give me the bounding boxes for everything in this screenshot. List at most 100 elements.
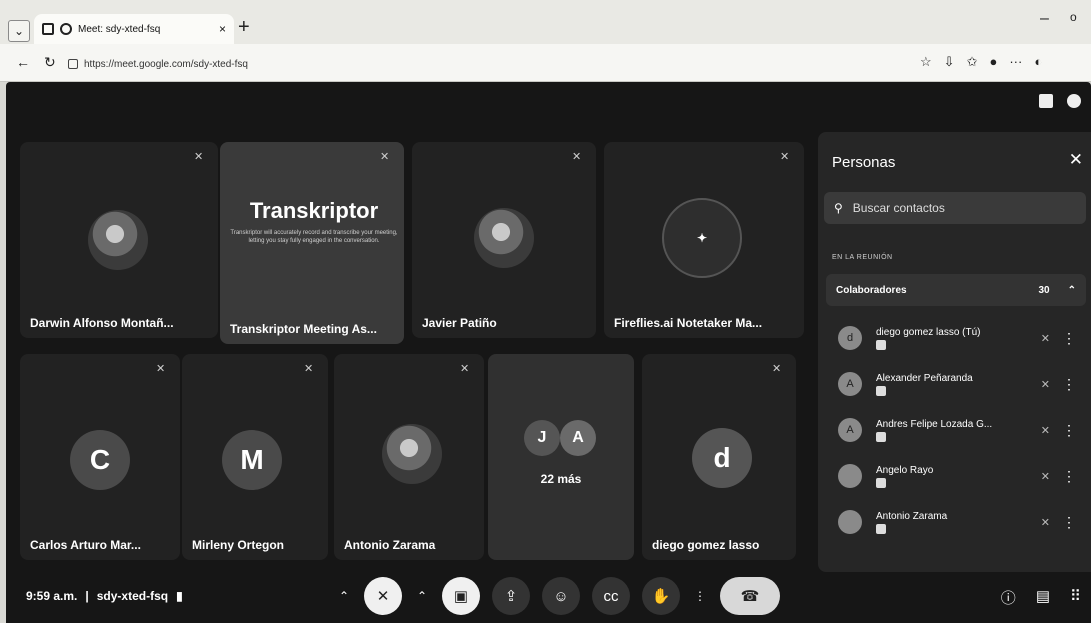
reload-icon[interactable]: ↻ [44,54,56,71]
participant-name: diego gomez lasso [652,538,760,552]
avatar: A [838,372,862,396]
participant-tile[interactable]: ✕ Antonio Zarama [334,354,484,560]
participant-name: Darwin Alfonso Montañ... [30,316,174,330]
avatar: d [838,326,862,350]
transkriptor-card: Transkriptor Transkriptor will accuratel… [230,198,398,246]
close-tab-icon[interactable]: × [219,22,226,36]
host-badge-icon [876,477,886,488]
person-name: Andres Felipe Lozada G... [876,418,993,430]
mic-off-icon: ✕ [1040,378,1050,391]
transkriptor-description: Transkriptor will accurately record and … [230,230,398,244]
profile-icon[interactable]: ● [989,54,997,70]
meeting-control-bar: 9:59 a.m. | sdy-xted-fsq ▮ ⌃ ✕ ⌃ ▣ ⇪ ☺ c… [6,571,1091,623]
more-options-icon[interactable]: ⋮ [692,577,708,615]
clock-time: 9:59 a.m. [26,589,78,603]
device-panel-icon[interactable] [1039,94,1053,108]
person-name: Alexander Peñaranda [876,372,973,384]
host-badge-icon [876,431,886,442]
url-text: https://meet.google.com/sdy-xted-fsq [84,58,248,70]
site-info-icon[interactable] [68,59,78,69]
avatar [474,208,534,268]
person-row[interactable]: d diego gomez lasso (Tú) ✕ ⋮ [826,316,1084,360]
mic-off-icon: ✕ [460,363,470,375]
url-field[interactable]: https://meet.google.com/sdy-xted-fsq [68,52,908,76]
more-options-icon[interactable]: ⋮ [1062,514,1076,531]
person-name: Antonio Zarama [876,510,948,522]
tab-list-button[interactable]: ⌄ [8,20,30,42]
extension-icon[interactable]: ⇩ [944,54,955,70]
panel-title: Personas [832,154,896,171]
participant-tile[interactable]: ✕ Darwin Alfonso Montañ... [20,142,218,338]
participant-name: Fireflies.ai Notetaker Ma... [614,316,763,330]
browser-actions: ☆ ⇩ ✩ ● ··· ◐ [920,54,1042,70]
avatar [88,210,148,270]
person-name: Angelo Rayo [876,464,934,476]
person-row[interactable]: Antonio Zarama ✕ ⋮ [826,500,1084,544]
camera-toggle-button[interactable]: ▣ [442,577,480,615]
participant-tile[interactable]: ✕ d diego gomez lasso [642,354,796,560]
favorites-icon[interactable]: ✩ [967,54,978,70]
leave-call-button[interactable]: ☎ [720,577,780,615]
video-options-chevron-icon[interactable]: ⌃ [414,577,430,615]
fireflies-avatar: ✦ [662,198,742,278]
emoji-reaction-button[interactable]: ☺ [542,577,580,615]
captions-button[interactable]: cc [592,577,630,615]
participant-tile[interactable]: ✕ M Mirleny Ortegon [182,354,328,560]
tab-title: Meet: sdy-xted-fsq [78,23,161,35]
participant-name: Javier Patiño [422,316,497,330]
more-options-icon[interactable]: ⋮ [1062,330,1076,347]
collapse-chevron-icon[interactable]: ⌃ [1068,285,1076,296]
avatar: A [560,420,596,456]
chat-icon[interactable]: ▤ [1036,587,1050,608]
mic-off-icon: ✕ [1040,470,1050,483]
more-options-icon[interactable]: ··· [1009,54,1022,70]
browser-tab-bar: ⌄ Meet: sdy-xted-fsq × + – o [0,0,1091,44]
present-screen-button[interactable]: ⇪ [492,577,530,615]
meeting-details-icon[interactable]: ⓘ [1001,587,1016,608]
avatar: C [70,430,130,490]
participant-tile[interactable]: ✕ C Carlos Arturo Mar... [20,354,180,560]
meet-favicon-icon [60,23,72,35]
minimize-window-button[interactable]: – [1040,10,1049,28]
favorite-star-icon[interactable]: ☆ [920,54,932,70]
more-participants-tile[interactable]: J A 22 más [488,354,634,560]
mic-off-icon: ✕ [772,363,782,375]
tab-actions-icon[interactable] [42,23,54,35]
people-panel: Personas ✕ ⚲ Buscar contactos EN LA REUN… [818,132,1091,572]
close-panel-icon[interactable]: ✕ [1069,150,1083,170]
microphone-toggle-button[interactable]: ✕ [364,577,402,615]
avatar [382,424,442,484]
avatar: A [838,418,862,442]
audio-options-chevron-icon[interactable]: ⌃ [336,577,352,615]
participants-avatars-icon[interactable] [1067,94,1081,108]
avatar [838,464,862,488]
back-icon[interactable]: ← [16,54,30,70]
copy-code-icon[interactable]: ▮ [176,589,183,603]
participant-name: Carlos Arturo Mar... [30,538,141,552]
more-options-icon[interactable]: ⋮ [1062,376,1076,393]
raise-hand-button[interactable]: ✋ [642,577,680,615]
avatar: d [692,428,752,488]
transkriptor-logo: Transkriptor [249,198,379,223]
browser-tab[interactable]: Meet: sdy-xted-fsq × [34,14,234,44]
activities-icon[interactable]: ⠿ [1070,587,1081,608]
participant-tile[interactable]: ✕ Transkriptor Transkriptor will accurat… [220,142,404,344]
person-row[interactable]: Angelo Rayo ✕ ⋮ [826,454,1084,498]
participant-name: Transkriptor Meeting As... [230,322,377,336]
collaborators-group-header[interactable]: Colaboradores 30 ⌃ [826,274,1086,306]
avatar: J [524,420,560,456]
person-row[interactable]: A Andres Felipe Lozada G... ✕ ⋮ [826,408,1084,452]
side-controls: ⓘ ▤ ⠿ [1001,587,1081,608]
new-tab-button[interactable]: + [238,16,250,39]
maximize-window-button[interactable]: o [1070,10,1077,24]
person-row[interactable]: A Alexander Peñaranda ✕ ⋮ [826,362,1084,406]
copilot-icon[interactable]: ◐ [1034,54,1042,70]
search-icon: ⚲ [834,201,843,215]
participant-tile[interactable]: ✕ Javier Patiño [412,142,596,338]
participant-name: Mirleny Ortegon [192,538,285,552]
search-contacts-input[interactable]: ⚲ Buscar contactos [824,192,1086,224]
more-options-icon[interactable]: ⋮ [1062,468,1076,485]
search-placeholder: Buscar contactos [852,201,945,215]
more-options-icon[interactable]: ⋮ [1062,422,1076,439]
participant-tile[interactable]: ✕ ✦ Fireflies.ai Notetaker Ma... [604,142,804,338]
